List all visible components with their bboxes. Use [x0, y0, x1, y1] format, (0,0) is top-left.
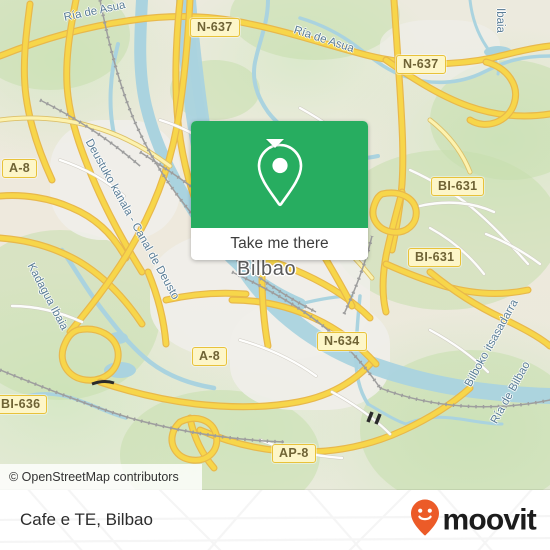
osm-attribution-text: © OpenStreetMap contributors	[9, 470, 179, 484]
take-me-there-label: Take me there	[230, 235, 329, 252]
take-me-there-button[interactable]: Take me there	[191, 228, 368, 260]
road-shield: N-634	[317, 332, 367, 351]
road-shield: N-637	[396, 55, 446, 74]
road-shield: BI-636	[0, 395, 48, 414]
road-shield: A-8	[192, 347, 228, 366]
moovit-logo[interactable]: moovit	[410, 499, 537, 542]
water-label: Ibaia	[494, 8, 506, 33]
road-shield: BI-631	[431, 177, 485, 196]
place-title: Cafe e TE, Bilbao	[20, 510, 153, 529]
road-shield: BI-631	[408, 248, 462, 267]
map-canvas[interactable]: .wtr{fill:none;stroke:#aad3df;stroke-lin…	[0, 0, 550, 490]
card-pointer-tail	[266, 139, 284, 148]
moovit-smiley-pin-icon	[410, 499, 440, 542]
location-pin-icon	[253, 141, 307, 209]
place-label-bilbao: Bilbao	[237, 258, 297, 280]
footer-bar: Cafe e TE, Bilbao moovit	[0, 490, 550, 550]
osm-attribution[interactable]: © OpenStreetMap contributors	[0, 464, 202, 490]
moovit-map-share-card: .wtr{fill:none;stroke:#aad3df;stroke-lin…	[0, 0, 550, 550]
moovit-wordmark: moovit	[442, 503, 536, 536]
card-image-area	[191, 121, 368, 228]
road-shield: N-637	[190, 18, 240, 37]
road-shield: A-8	[2, 159, 38, 178]
road-shield: AP-8	[272, 444, 316, 463]
